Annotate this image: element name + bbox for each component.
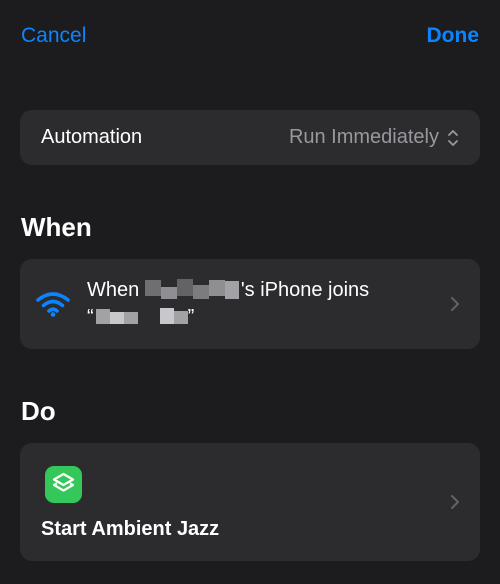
do-section-title: Do: [21, 396, 56, 426]
done-button[interactable]: Done: [427, 22, 480, 50]
redacted-name: [144, 279, 239, 299]
shortcuts-icon: [45, 466, 82, 503]
action-row[interactable]: Start Ambient Jazz: [20, 443, 480, 561]
redacted-network-name: [95, 308, 188, 324]
chevron-right-icon: [451, 297, 459, 311]
automation-label: Automation: [41, 126, 143, 148]
chevron-up-down-icon: [448, 129, 458, 146]
trigger-prefix: When: [87, 279, 140, 301]
network-close-quote: ”: [187, 306, 195, 328]
trigger-description: When 's iPhone joins “ ”: [87, 277, 407, 331]
wifi-icon: [36, 292, 70, 317]
when-section-title: When: [21, 212, 92, 242]
trigger-row[interactable]: When 's iPhone joins “ ”: [20, 259, 480, 349]
automation-value: Run Immediately: [288, 126, 439, 148]
network-open-quote: “: [87, 306, 94, 328]
automation-row: Automation Run Immediately: [20, 110, 480, 165]
action-label: Start Ambient Jazz: [41, 518, 220, 540]
chevron-right-icon: [451, 495, 459, 509]
cancel-button[interactable]: Cancel: [21, 22, 86, 50]
automation-picker[interactable]: Run Immediately: [289, 126, 459, 149]
trigger-suffix: 's iPhone joins: [240, 279, 370, 301]
